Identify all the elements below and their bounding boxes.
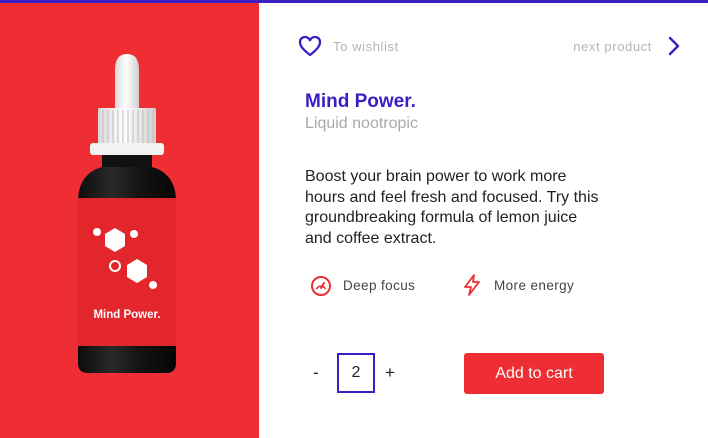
quantity-value: 2 [351,364,361,381]
wishlist-label: To wishlist [333,38,399,54]
heart-icon [298,35,322,57]
quantity-input[interactable]: 2 [337,353,375,393]
feature-label: Deep focus [343,277,416,293]
next-product-link[interactable]: next product [573,36,680,56]
product-subtitle: Liquid nootropic [305,115,418,132]
product-description: Boost your brain power to work more hour… [305,168,599,247]
gauge-icon [311,276,331,296]
quantity-decrease-button[interactable]: - [313,363,319,383]
quantity-increase-button[interactable]: + [385,363,395,383]
wishlist-link[interactable]: To wishlist [298,35,399,57]
bottle-label-text: Mind Power. [93,309,160,321]
product-bottle-image: Mind Power. [78,54,176,373]
add-to-cart-button[interactable]: Add to cart [464,353,604,394]
chevron-right-icon [668,36,680,56]
lightning-icon [464,274,480,296]
product-hero: Mind Power. [0,3,259,438]
feature-more-energy: More energy [460,273,574,297]
feature-label: More energy [494,277,575,293]
product-title: Mind Power. [305,91,416,112]
feature-deep-focus: Deep focus [309,273,415,297]
next-product-label: next product [573,38,652,54]
